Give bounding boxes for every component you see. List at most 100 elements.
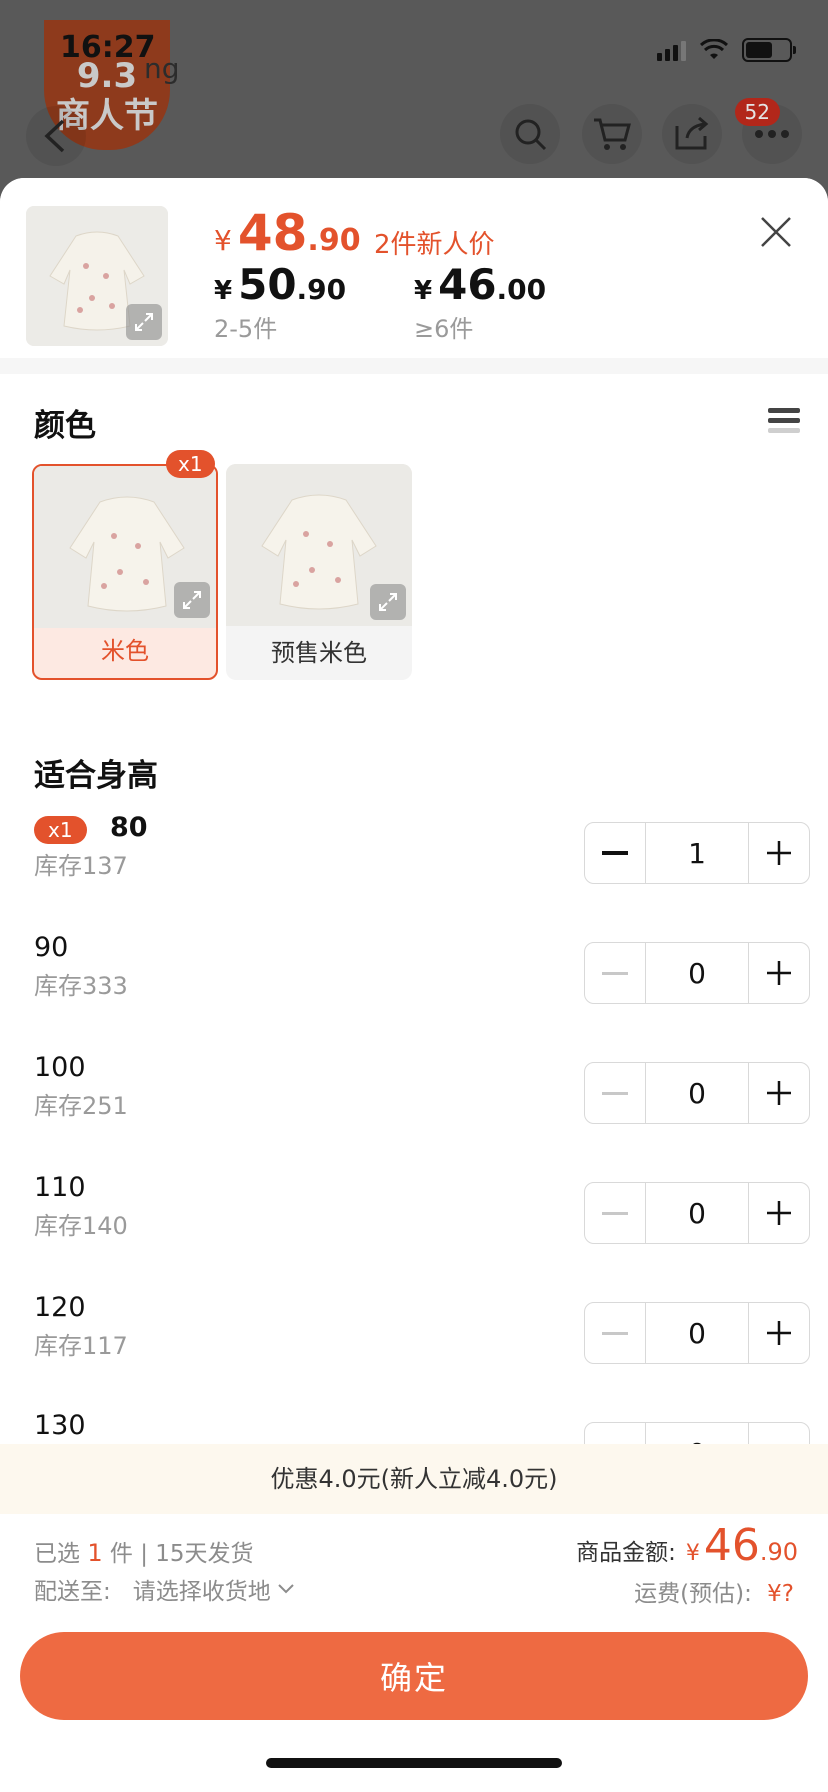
increment-button[interactable]	[749, 1063, 809, 1123]
amount-decimal: .90	[759, 1538, 798, 1566]
expand-icon[interactable]	[174, 582, 210, 618]
sku-content: 颜色 米色 x1 预售米色 适合身高 x1 80 库存137 1 90 库存33…	[14, 374, 814, 1484]
decrement-button[interactable]	[585, 943, 645, 1003]
color-section-title: 颜色	[34, 408, 96, 444]
size-stock: 库存137	[34, 852, 128, 880]
size-name: 100	[34, 1052, 86, 1083]
size-stock: 库存251	[34, 1092, 128, 1120]
battery-icon	[742, 38, 796, 62]
size-row-110: 110 库存140 0	[34, 1172, 810, 1258]
selected-prefix: 已选	[34, 1541, 80, 1567]
main-price-decimal: .90	[307, 223, 361, 258]
price-tier: ¥ 50 .90 2-5件	[214, 260, 346, 344]
size-name: 110	[34, 1172, 86, 1203]
color-option-beige[interactable]: 米色	[32, 464, 218, 680]
size-row-100: 100 库存251 0	[34, 1052, 810, 1138]
amount-label: 商品金额:	[576, 1540, 676, 1566]
order-summary: 已选 1 件 | 15天发货 配送至: 请选择收货地 商品金额: ¥ 46 .9…	[0, 1514, 828, 1614]
size-stock: 库存117	[34, 1332, 128, 1360]
page-backdrop: 9.3 商人节 ng 16:27 52	[0, 0, 828, 200]
color-option-label: 米色	[101, 637, 149, 665]
tier-decimal: .00	[496, 273, 547, 306]
quantity-value[interactable]: 1	[645, 823, 749, 883]
status-time: 16:27	[60, 30, 156, 65]
price-tier: ¥ 46 .00 ≥6件	[414, 260, 546, 344]
increment-button[interactable]	[749, 1303, 809, 1363]
main-price-note: 2件新人价	[374, 230, 495, 260]
goods-amount: 商品金额: ¥ 46 .90	[576, 1520, 798, 1571]
tier-currency: ¥	[214, 276, 233, 306]
tier-currency: ¥	[414, 276, 433, 306]
quantity-stepper: 0	[584, 1182, 810, 1244]
search-icon[interactable]	[500, 104, 560, 164]
ship-label: 配送至:	[34, 1579, 111, 1605]
freight-value: ¥?	[767, 1581, 794, 1607]
decrement-button[interactable]	[585, 1303, 645, 1363]
home-indicator	[266, 1758, 562, 1768]
confirm-button[interactable]: 确定	[20, 1632, 808, 1720]
quantity-stepper: 0	[584, 1062, 810, 1124]
decrement-button[interactable]	[585, 1183, 645, 1243]
quantity-stepper: 0	[584, 942, 810, 1004]
main-price-currency: ¥	[214, 224, 232, 257]
signal-icon	[657, 39, 686, 61]
quantity-value[interactable]: 0	[645, 1063, 749, 1123]
close-icon[interactable]	[756, 212, 796, 252]
back-icon[interactable]	[26, 106, 86, 166]
quantity-stepper: 1	[584, 822, 810, 884]
color-qty-tag: x1	[166, 450, 215, 478]
wifi-icon	[700, 39, 728, 59]
quantity-value[interactable]: 0	[645, 1183, 749, 1243]
size-qty-tag: x1	[34, 816, 87, 844]
size-name: 80	[110, 812, 148, 843]
main-price: ¥ 48 .90	[214, 204, 361, 262]
expand-icon[interactable]	[126, 304, 162, 340]
header-divider	[0, 358, 828, 374]
list-view-icon[interactable]	[768, 408, 800, 442]
increment-button[interactable]	[749, 823, 809, 883]
quantity-stepper: 0	[584, 1302, 810, 1364]
freight-label: 运费(预估):	[634, 1581, 752, 1607]
size-row-120: 120 库存117 0	[34, 1292, 810, 1378]
decrement-button[interactable]	[585, 823, 645, 883]
tier-range: 2-5件	[214, 315, 278, 343]
product-nav-bar: 52	[0, 98, 828, 170]
selected-count: 1	[87, 1539, 103, 1567]
chevron-down-icon	[278, 1584, 294, 1594]
selected-suffix: 件 | 15天发货	[109, 1541, 254, 1567]
tier-decimal: .90	[296, 273, 347, 306]
color-option-presale-beige[interactable]: 预售米色	[226, 464, 412, 680]
size-section-title: 适合身高	[34, 758, 158, 794]
size-row-90: 90 库存333 0	[34, 932, 810, 1018]
expand-icon[interactable]	[370, 584, 406, 620]
tier-integer: 46	[438, 260, 497, 309]
increment-button[interactable]	[749, 1183, 809, 1243]
shipping-address-selector[interactable]: 配送至: 请选择收货地	[34, 1572, 295, 1606]
size-stock: 库存140	[34, 1212, 128, 1240]
color-option-label: 预售米色	[271, 639, 367, 667]
decrement-button[interactable]	[585, 1063, 645, 1123]
selected-summary: 已选 1 件 | 15天发货	[34, 1534, 254, 1568]
discount-banner: 优惠4.0元(新人立减4.0元)	[0, 1444, 828, 1514]
amount-integer: 46	[703, 1520, 760, 1571]
message-count-badge: 52	[734, 98, 780, 126]
product-thumbnail[interactable]	[26, 206, 168, 346]
ship-address: 请选择收货地	[132, 1579, 271, 1605]
size-stock: 库存333	[34, 972, 128, 1000]
size-name: 90	[34, 932, 69, 963]
quantity-value[interactable]: 0	[645, 943, 749, 1003]
size-name: 120	[34, 1292, 86, 1323]
size-row-80: x1 80 库存137 1	[34, 812, 810, 898]
size-name: 130	[34, 1410, 86, 1441]
main-price-integer: 48	[237, 204, 308, 262]
freight-estimate: 运费(预估): ¥?	[634, 1574, 794, 1608]
tier-range: ≥6件	[414, 315, 474, 343]
more-icon[interactable]: 52	[734, 98, 802, 164]
status-icons	[657, 38, 796, 62]
increment-button[interactable]	[749, 943, 809, 1003]
sku-selector-sheet: ¥ 48 .90 2件新人价 ¥ 50 .90 2-5件 ¥ 46 .00 ≥6…	[0, 178, 828, 1792]
share-icon[interactable]	[662, 104, 722, 164]
price-header: ¥ 48 .90 2件新人价 ¥ 50 .90 2-5件 ¥ 46 .00 ≥6…	[0, 178, 828, 372]
quantity-value[interactable]: 0	[645, 1303, 749, 1363]
cart-icon[interactable]	[582, 104, 642, 164]
